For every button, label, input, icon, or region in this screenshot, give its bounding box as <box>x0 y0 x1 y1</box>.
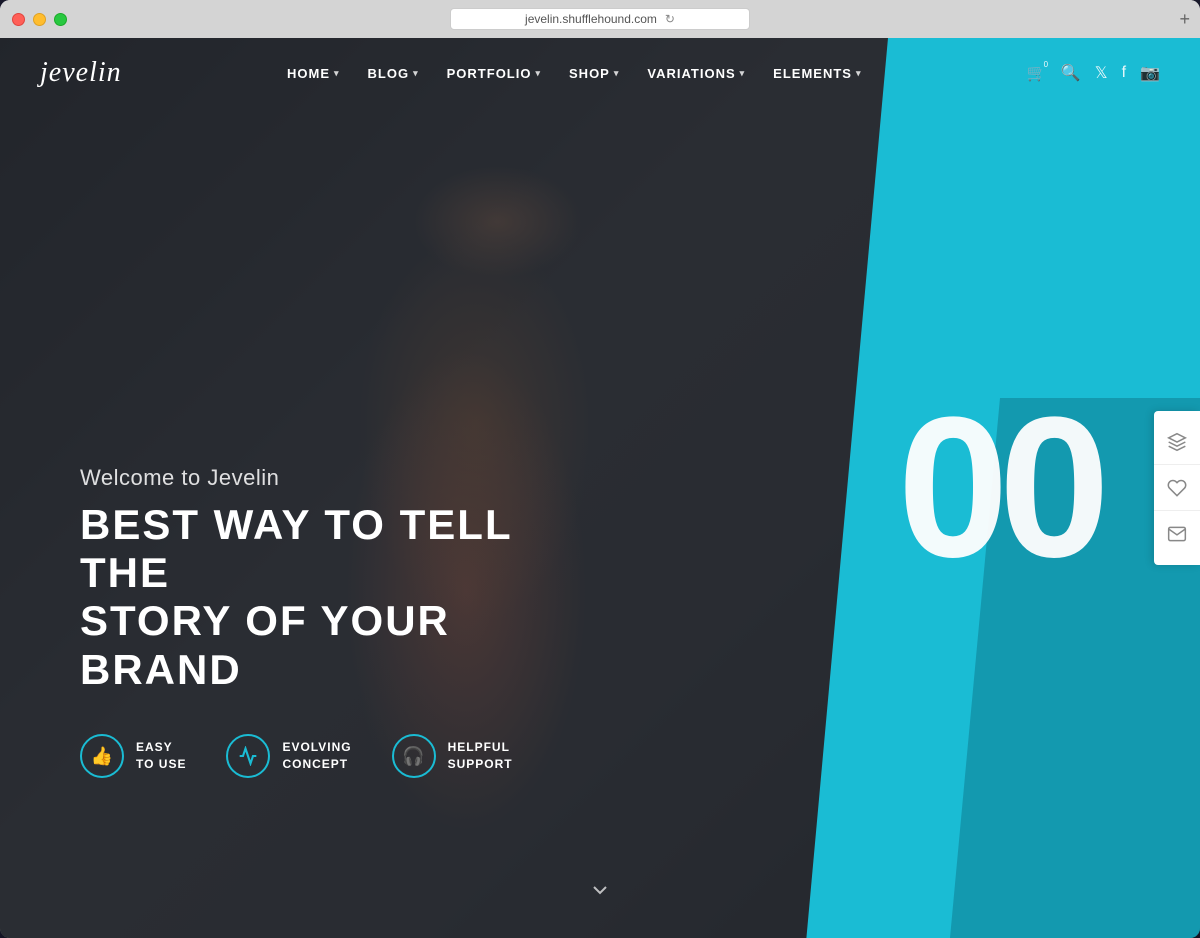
refresh-icon[interactable]: ↻ <box>665 12 675 26</box>
headphones-icon: 🎧 <box>392 734 436 778</box>
site-logo[interactable]: jevelin <box>40 57 122 89</box>
nav-item-shop[interactable]: SHOP ▾ <box>569 66 619 81</box>
chevron-down-icon: ▾ <box>413 68 419 79</box>
feature-evolving-concept: EVOLVINGCONCEPT <box>226 734 351 778</box>
nav-menu: HOME ▾ BLOG ▾ PORTFOLIO ▾ SHOP ▾ <box>287 66 861 81</box>
hero-numbers: 00 <box>898 388 1100 588</box>
chevron-down-icon: ▾ <box>740 68 746 79</box>
nav-item-elements[interactable]: ELEMENTS ▾ <box>773 66 861 81</box>
scroll-down-arrow[interactable] <box>588 878 612 908</box>
nav-item-home[interactable]: HOME ▾ <box>287 66 340 81</box>
mac-titlebar: jevelin.shufflehound.com ↻ + <box>0 0 1200 38</box>
hero-content: Welcome to Jevelin BEST WAY TO TELL THE … <box>80 465 580 778</box>
big-number-display: 00 <box>898 388 1100 588</box>
maximize-button[interactable] <box>54 13 67 26</box>
heart-icon[interactable] <box>1154 465 1200 511</box>
mac-window: jevelin.shufflehound.com ↻ + jevelin <box>0 0 1200 938</box>
thumbs-up-icon: 👍 <box>80 734 124 778</box>
cart-icon[interactable]: 🛒 0 <box>1027 63 1047 83</box>
hero-welcome-text: Welcome to Jevelin <box>80 465 580 491</box>
chevron-down-icon: ▾ <box>614 68 620 79</box>
website-content: jevelin HOME ▾ BLOG ▾ PORTFOLIO ▾ <box>0 38 1200 938</box>
feature-easy-to-use: 👍 EASYTO USE <box>80 734 186 778</box>
url-bar[interactable]: jevelin.shufflehound.com ↻ <box>450 8 750 30</box>
new-tab-button[interactable]: + <box>1179 9 1190 30</box>
sidebar-right <box>1154 411 1200 565</box>
nav-social-icons: 🛒 0 🔍 𝕏 f 📷 <box>1027 63 1160 83</box>
activity-icon <box>226 734 270 778</box>
main-navigation: jevelin HOME ▾ BLOG ▾ PORTFOLIO ▾ <box>0 38 1200 108</box>
nav-item-portfolio[interactable]: PORTFOLIO ▾ <box>447 66 541 81</box>
feature-helpful-support: 🎧 HELPFULSUPPORT <box>392 734 513 778</box>
minimize-button[interactable] <box>33 13 46 26</box>
nav-item-blog[interactable]: BLOG ▾ <box>368 66 419 81</box>
feature-support-text: HELPFULSUPPORT <box>448 739 513 773</box>
instagram-icon[interactable]: 📷 <box>1140 63 1160 83</box>
url-text: jevelin.shufflehound.com <box>525 12 657 26</box>
close-button[interactable] <box>12 13 25 26</box>
chevron-down-icon: ▾ <box>856 68 862 79</box>
layers-icon[interactable] <box>1154 419 1200 465</box>
mail-icon[interactable] <box>1154 511 1200 557</box>
hero-section: jevelin HOME ▾ BLOG ▾ PORTFOLIO ▾ <box>0 38 1200 938</box>
search-icon[interactable]: 🔍 <box>1061 63 1081 83</box>
hero-title: BEST WAY TO TELL THE STORY OF YOUR BRAND <box>80 501 580 694</box>
feature-evolving-text: EVOLVINGCONCEPT <box>282 739 351 773</box>
hero-features: 👍 EASYTO USE EVOLVINGCONCEPT 🎧 HE <box>80 734 580 778</box>
chevron-down-icon: ▾ <box>334 68 340 79</box>
facebook-icon[interactable]: f <box>1122 64 1126 82</box>
nav-item-variations[interactable]: VARIATIONS ▾ <box>647 66 745 81</box>
cart-badge: 0 <box>1039 57 1053 71</box>
chevron-down-icon: ▾ <box>535 68 541 79</box>
feature-easy-text: EASYTO USE <box>136 739 186 773</box>
twitter-icon[interactable]: 𝕏 <box>1095 63 1108 83</box>
